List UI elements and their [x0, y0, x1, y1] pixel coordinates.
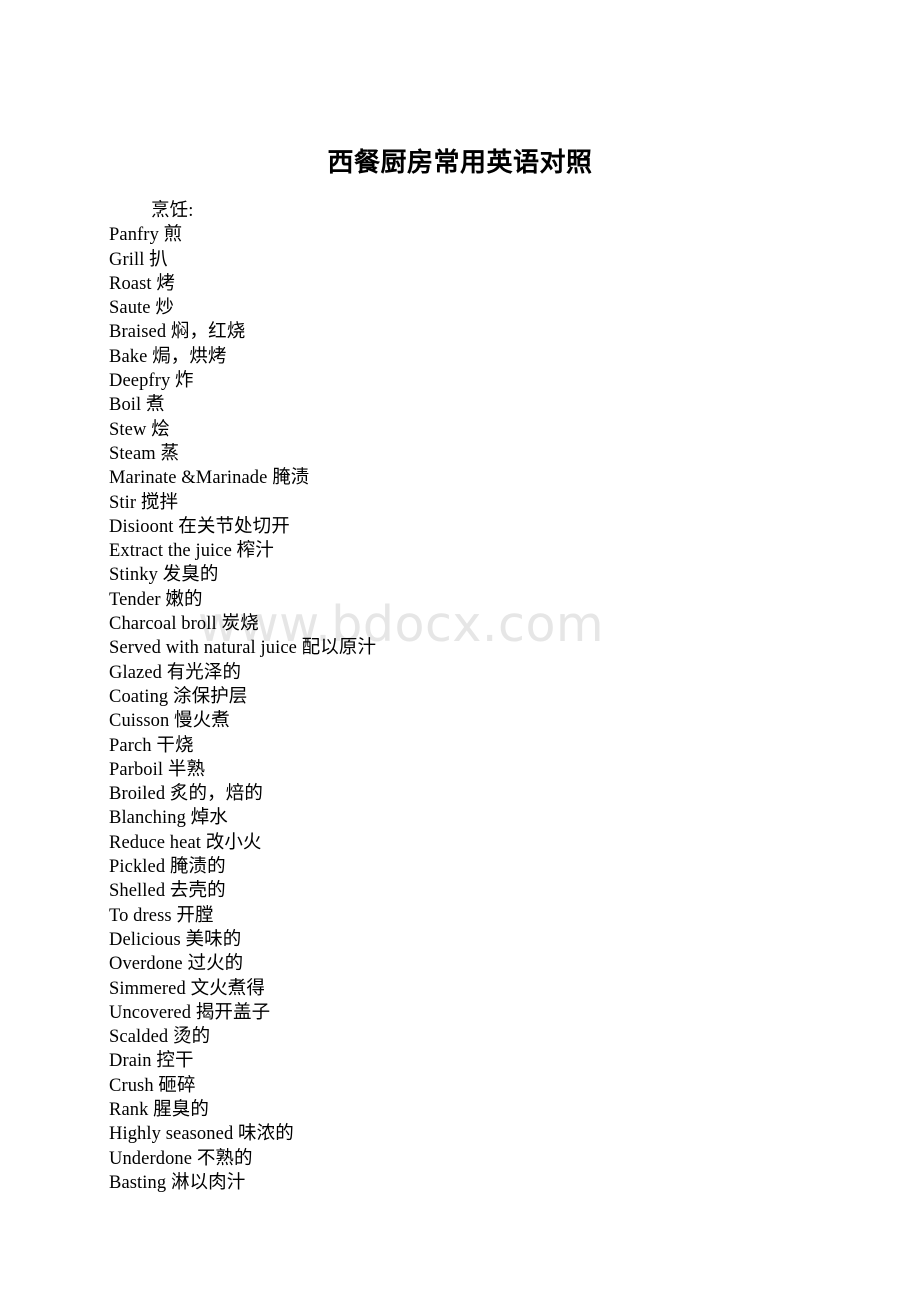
list-item: Parboil 半熟 — [109, 759, 206, 780]
list-item: Coating 涂保护层 — [109, 686, 248, 707]
list-item: Stinky 发臭的 — [109, 565, 219, 586]
list-item: Served with natural juice 配以原汁 — [109, 638, 377, 659]
list-item: Roast 烤 — [109, 273, 175, 294]
list-item: Shelled 去壳的 — [109, 881, 226, 902]
page-title: 西餐厨房常用英语对照 — [327, 148, 593, 177]
list-item: Parch 干烧 — [109, 735, 194, 756]
list-item: Stir 搅拌 — [109, 492, 179, 513]
list-item: To dress 开膛 — [109, 905, 214, 926]
list-item: Tender 嫩的 — [109, 589, 203, 610]
list-item: Charcoal broll 炭烧 — [109, 614, 259, 635]
list-item: Grill 扒 — [109, 249, 168, 270]
list-item: Underdone 不熟的 — [109, 1148, 253, 1169]
list-item: Crush 砸碎 — [109, 1075, 196, 1096]
list-item: Stew 烩 — [109, 419, 170, 440]
list-item: Blanching 焯水 — [109, 808, 228, 829]
list-item: Broiled 炙的，焙的 — [109, 784, 263, 805]
list-item: Steam 蒸 — [109, 443, 180, 464]
list-item: Highly seasoned 味浓的 — [109, 1124, 294, 1145]
list-item: Drain 控干 — [109, 1051, 194, 1072]
list-item: Deepfry 炸 — [109, 371, 194, 392]
list-item: Reduce heat 改小火 — [109, 832, 262, 853]
list-item: Panfry 煎 — [109, 225, 183, 246]
list-item: Boil 煮 — [109, 395, 165, 416]
term-list: 烹饪: Panfry 煎 Grill 扒 Roast 烤 Saute 炒 Bra… — [109, 199, 809, 1195]
document-page: www.bdocx.com 西餐厨房常用英语对照 烹饪: Panfry 煎 Gr… — [0, 0, 920, 1302]
list-item: Glazed 有光泽的 — [109, 662, 242, 683]
list-item: Scalded 烫的 — [109, 1027, 211, 1048]
list-item: Cuisson 慢火煮 — [109, 711, 230, 732]
list-item: Marinate &Marinade 腌渍 — [109, 468, 310, 489]
list-item: Bake 焗，烘烤 — [109, 346, 227, 367]
list-item: Overdone 过火的 — [109, 954, 244, 975]
section-heading-cooking: 烹饪: — [151, 201, 194, 221]
list-item: Braised 焖，红烧 — [109, 322, 246, 343]
list-item: Simmered 文火煮得 — [109, 978, 265, 999]
list-item: Basting 淋以肉汁 — [109, 1172, 246, 1193]
list-item: Uncovered 揭开盖子 — [109, 1002, 271, 1023]
list-item: Disioont 在关节处切开 — [109, 516, 290, 537]
list-item: Saute 炒 — [109, 298, 174, 319]
list-item: Rank 腥臭的 — [109, 1099, 209, 1120]
list-item: Extract the juice 榨汁 — [109, 541, 274, 562]
list-item: Delicious 美味的 — [109, 929, 242, 950]
list-item: Pickled 腌渍的 — [109, 857, 226, 878]
